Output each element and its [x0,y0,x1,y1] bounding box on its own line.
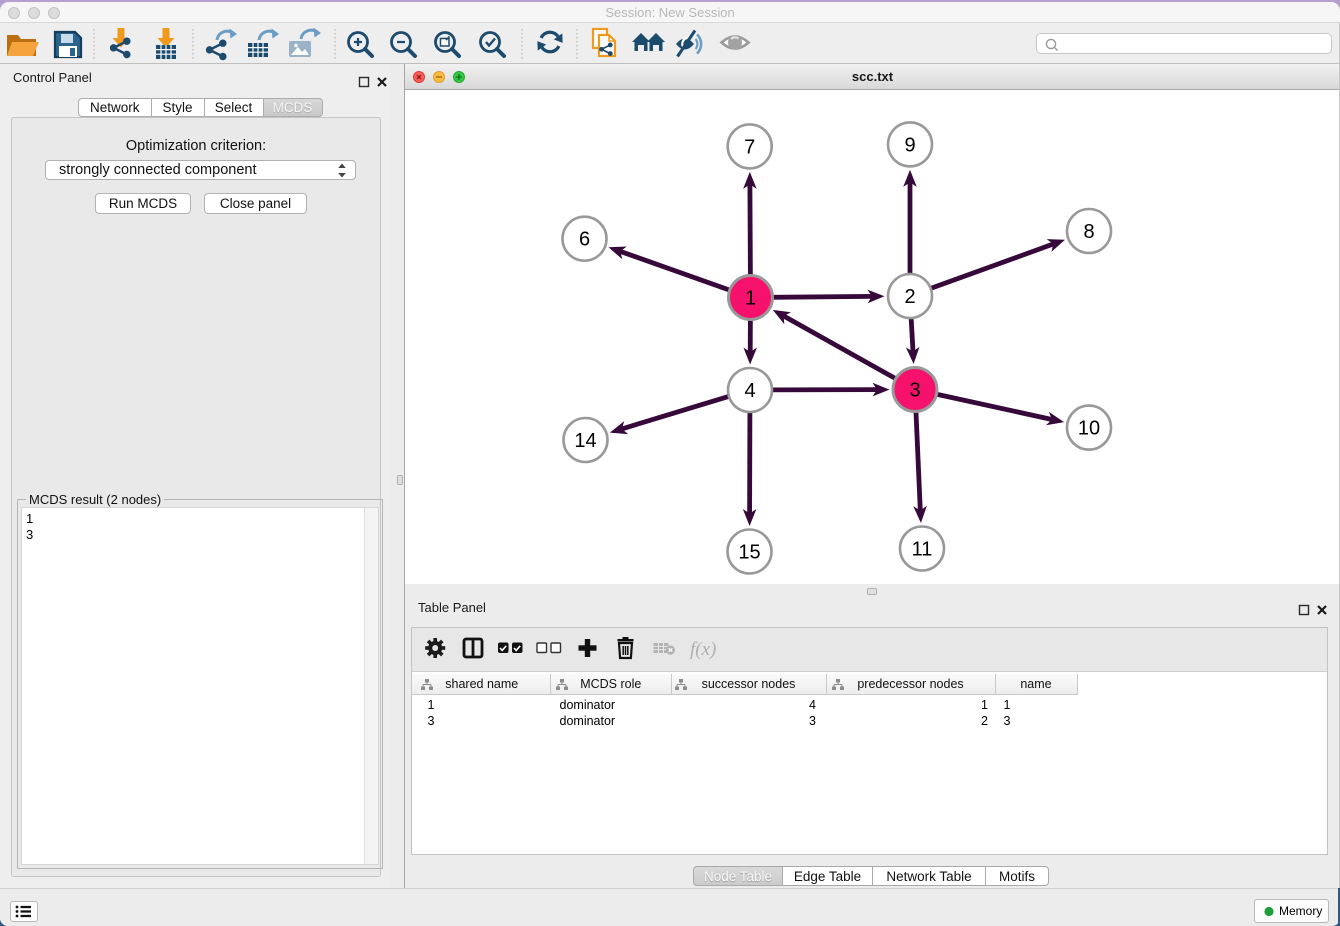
svg-text:2: 2 [904,286,915,308]
svg-text:4: 4 [744,380,755,402]
svg-text:6: 6 [579,229,590,251]
svg-text:14: 14 [574,430,596,452]
svg-text:15: 15 [738,542,760,564]
svg-text:1: 1 [745,288,756,310]
svg-text:8: 8 [1083,221,1094,243]
svg-text:9: 9 [904,134,915,156]
svg-text:7: 7 [744,136,755,158]
svg-text:f(x): f(x) [690,639,716,660]
svg-text:10: 10 [1078,418,1100,440]
svg-text:3: 3 [909,380,920,402]
svg-text:11: 11 [912,539,933,561]
